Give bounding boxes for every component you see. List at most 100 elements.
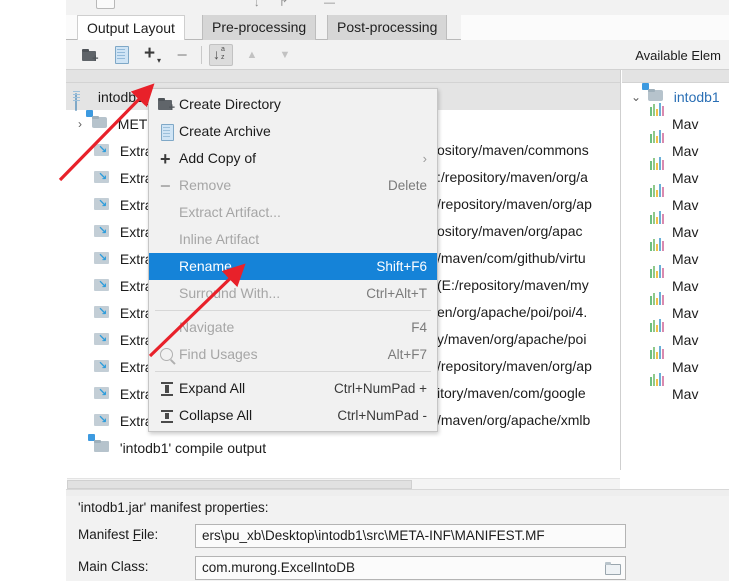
available-item-label: Mav: [672, 115, 699, 132]
menu-item-collapse-all[interactable]: Collapse All Ctrl+NumPad -: [149, 402, 437, 429]
create-archive-button[interactable]: [110, 44, 134, 66]
tree-item-path: en/org/apache/poi/poi/4.: [437, 304, 588, 320]
chevron-right-icon: ›: [422, 151, 427, 166]
tab-post-processing[interactable]: Post-processing: [327, 15, 448, 40]
available-row-maven[interactable]: Mav: [622, 291, 729, 326]
available-row-maven[interactable]: Mav: [622, 264, 729, 299]
add-button[interactable]: + ▾: [140, 44, 164, 66]
context-menu[interactable]: + Create Directory Create Archive + Add …: [148, 88, 438, 432]
tree-item-path: ository/maven/org/apac: [437, 223, 583, 239]
menu-item-inline-artifact: Inline Artifact: [149, 226, 437, 253]
main-class-input[interactable]: com.murong.ExcelIntoDB: [195, 556, 626, 580]
sliver-tick-1: ↓: [254, 0, 260, 9]
tree-item-path: /maven/com/github/virtu: [437, 250, 586, 266]
manifest-file-value: ers\pu_xb\Desktop\intodb1\src\META-INF\M…: [202, 528, 545, 543]
new-folder-icon: +: [157, 96, 179, 114]
minus-icon: −: [160, 175, 171, 196]
tab-output-layout-label: Output Layout: [87, 20, 175, 36]
sort-button[interactable]: ↓ a z: [209, 44, 233, 66]
plus-icon: +: [160, 148, 171, 169]
available-row-maven[interactable]: Mav: [622, 102, 729, 137]
available-root-label: intodb1: [673, 88, 720, 105]
available-row-maven[interactable]: Mav: [622, 210, 729, 245]
available-maven-rows: Mav Mav Mav Mav Mav Mav Mav Mav Mav Mav Mav: [622, 102, 729, 407]
tree-item-label: MET: [117, 115, 148, 132]
menu-item-create-directory[interactable]: + Create Directory: [149, 91, 437, 118]
available-item-label: Mav: [672, 223, 699, 240]
arrow-up-icon: ▲: [246, 48, 258, 61]
sliver-tick-2: ↱: [279, 0, 289, 9]
menu-icon-placeholder: [157, 258, 179, 276]
menu-item-rename[interactable]: Rename Shift+F6: [149, 253, 437, 280]
menu-item-label: Add Copy of: [179, 150, 257, 166]
menu-separator: [155, 371, 431, 372]
sliver-tick-3: —: [324, 0, 335, 9]
menu-item-label: Rename: [179, 258, 232, 274]
extract-icon: ↘: [98, 359, 108, 372]
toolbar-separator: [201, 46, 202, 64]
main-class-label: Main Class:: [78, 559, 149, 574]
extract-icon: ↘: [98, 305, 108, 318]
minus-icon: −: [176, 45, 188, 65]
tree-item-path: y/maven/org/apache/poi: [437, 331, 587, 347]
available-row-maven[interactable]: Mav: [622, 156, 729, 191]
arrow-down-icon: ▼: [279, 48, 291, 61]
plus-dropdown-icon: + ▾: [144, 43, 161, 65]
available-item-label: Mav: [672, 358, 699, 375]
available-row-maven[interactable]: Mav: [622, 237, 729, 272]
available-item-label: Mav: [672, 304, 699, 321]
available-row-root[interactable]: ⌄ intodb1: [622, 82, 729, 110]
menu-icon-placeholder: [157, 231, 179, 249]
tree-row-compile-output[interactable]: 'intodb1' compile output: [66, 433, 620, 461]
new-folder-icon: +: [81, 48, 99, 64]
menu-item-surround-with: Surround With... Ctrl+Alt+T: [149, 280, 437, 307]
menu-item-remove: − Remove Delete: [149, 172, 437, 199]
extract-icon: ↘: [98, 170, 108, 183]
window-toolbar-sliver: ↓ ↱ —: [66, 0, 729, 14]
available-elements-label: Available Elem: [635, 48, 721, 63]
extract-icon: ↘: [98, 197, 108, 210]
collapse-all-icon: [157, 407, 179, 425]
tree-item-path: :/repository/maven/org/a: [437, 169, 588, 185]
available-item-label: Mav: [672, 385, 699, 402]
sort-alpha-icon: ↓ a z: [213, 46, 225, 62]
available-row-maven[interactable]: Mav: [622, 372, 729, 407]
menu-item-accelerator: Delete: [387, 178, 427, 193]
available-row-maven[interactable]: Mav: [622, 318, 729, 353]
browse-folder-icon[interactable]: [605, 562, 621, 575]
tab-pre-processing-label: Pre-processing: [212, 19, 307, 35]
menu-item-label: Create Directory: [179, 96, 281, 112]
available-header-band: [622, 70, 729, 83]
extract-icon: ↘: [98, 386, 108, 399]
extract-icon: ↘: [98, 143, 108, 156]
menu-item-add-copy-of[interactable]: + Add Copy of ›: [149, 145, 437, 172]
layout-toolbar: + + ▾ − ↓ a z ▲ ▼ Available Elem: [66, 40, 729, 70]
tree-item-path: itory/maven/com/google: [437, 385, 586, 401]
tab-output-layout[interactable]: Output Layout: [77, 15, 185, 40]
manifest-file-label: Manifest File:: [78, 527, 159, 542]
archive-icon: [115, 46, 129, 64]
menu-item-label: Surround With...: [179, 285, 281, 301]
tab-pre-processing[interactable]: Pre-processing: [202, 15, 317, 40]
move-up-button: ▲: [240, 44, 264, 66]
available-item-label: Mav: [672, 331, 699, 348]
create-directory-button[interactable]: +: [78, 44, 102, 66]
available-row-maven[interactable]: Mav: [622, 183, 729, 218]
extract-icon: ↘: [98, 332, 108, 345]
menu-item-accelerator: F4: [411, 320, 427, 335]
menu-item-expand-all[interactable]: Expand All Ctrl+NumPad +: [149, 375, 437, 402]
tree-item-path: /repository/maven/org/ap: [437, 196, 592, 212]
menu-icon-placeholder: [157, 319, 179, 337]
menu-separator: [155, 310, 431, 311]
manifest-file-input[interactable]: ers\pu_xb\Desktop\intodb1\src\META-INF\M…: [195, 524, 626, 548]
manifest-properties-caption: 'intodb1.jar' manifest properties:: [78, 500, 269, 515]
available-row-maven[interactable]: Mav: [622, 345, 729, 380]
menu-item-create-archive[interactable]: Create Archive: [149, 118, 437, 145]
menu-item-accelerator: Shift+F6: [376, 259, 427, 274]
tree-item-path: ository/maven/commons: [437, 142, 589, 158]
menu-item-label: Create Archive: [179, 123, 271, 139]
scrollbar-thumb[interactable]: [67, 480, 412, 489]
available-elements-tree[interactable]: ⌄ intodb1 Mav Mav Mav Mav Mav Mav Mav Mav Mav Mav…: [622, 70, 729, 470]
menu-item-extract-artifact: Extract Artifact...: [149, 199, 437, 226]
available-row-maven[interactable]: Mav: [622, 129, 729, 164]
